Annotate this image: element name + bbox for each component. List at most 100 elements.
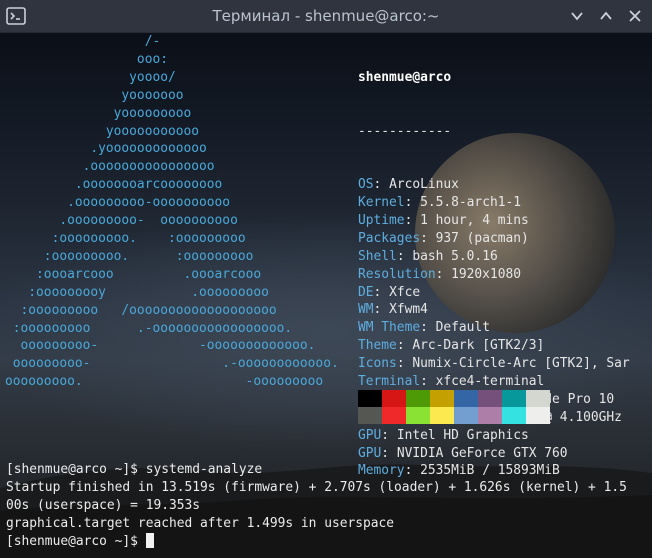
logo-line: ooooooooo. -ooooooooo [5,374,324,390]
arcolinux-ascii-logo: /- ooo: yoooo/ yooooooo yooooooooo yoooo… [5,33,339,391]
prompt: [shenmue@arco ~]$ [6,534,146,549]
info-row: OS: ArcoLinux [358,176,630,194]
palette-swatch-normal-4 [454,390,478,407]
info-key: Terminal [358,374,421,390]
palette-swatch-bright-4 [454,407,478,424]
logo-line: ooooooooo- .-oooooooooooo. [5,356,339,372]
output-line: graphical.target reached after 1.499s in… [6,516,395,531]
info-key: DE [358,284,374,300]
info-key: OS [358,177,374,193]
info-colon: : [420,374,436,390]
output-line: 00s (userspace) = 19.353s [6,498,201,513]
logo-line: .ooooooooo- oooooooooo [5,213,238,229]
palette-swatch-bright-0 [358,407,382,424]
user-host: shenmue@arco [358,69,452,85]
info-key: Theme [358,338,397,354]
info-colon: : [435,266,452,282]
window-title: Терминал - shenmue@arco:~ [212,7,440,25]
terminal-window: Терминал - shenmue@arco:~ /- ooo: yoooo/… [0,0,652,558]
color-palette [358,390,550,424]
info-value: xfce4-terminal [435,374,545,390]
terminal-menu-icon[interactable] [5,5,27,27]
info-colon: : [420,320,436,336]
info-key: WM [358,302,374,318]
system-info: shenmue@arco ------------ OS: ArcoLinux K… [358,33,630,516]
maximize-icon[interactable] [595,5,617,27]
palette-swatch-normal-5 [478,390,502,407]
info-value: Default [435,320,490,336]
palette-swatch-normal-2 [406,390,430,407]
info-rows: OS: ArcoLinux Kernel: 5.5.8-arch1-1 Uptime… [358,176,630,480]
title-bar[interactable]: Терминал - shenmue@arco:~ [0,0,652,33]
palette-swatch-normal-7 [526,390,550,407]
info-row: DE: Xfce [358,284,630,302]
info-value: 1920x1080 [451,266,521,282]
info-key: WM Theme [358,320,421,336]
info-value: 937 (pacman) [435,230,529,246]
terminal-output: [shenmue@arco ~]$ systemd-analyze Startu… [6,461,627,551]
info-colon: : [396,356,413,372]
minimize-icon[interactable] [566,5,588,27]
info-key: Shell [358,248,397,264]
palette-swatch-normal-3 [430,390,454,407]
palette-swatch-bright-3 [430,407,454,424]
info-key: Uptime [358,213,405,228]
palette-swatch-bright-2 [406,407,430,424]
info-row: Kernel: 5.5.8-arch1-1 [358,194,630,212]
logo-line: ooo: [5,51,168,67]
palette-swatch-normal-1 [382,390,406,407]
text-cursor [145,533,154,548]
logo-line: :ooooooooy .ooooooooo [5,284,269,300]
info-row: WM: Xfwm4 [358,301,630,319]
info-row: Icons: Numix-Circle-Arc [GTK2], Sar [358,355,630,373]
info-key: Icons [358,356,397,372]
palette-swatch-bright-5 [478,407,502,424]
logo-line: yoooo/ [5,69,176,85]
palette-swatch-normal-0 [358,390,382,407]
logo-line: ooooooooo- -ooooooooooooo. [5,338,316,354]
info-value: 5.5.8-arch1-1 [420,195,522,211]
logo-line: .oooooooooooooooo [5,159,215,175]
info-value: bash 5.0.16 [412,248,498,264]
palette-swatch-bright-7 [526,407,550,424]
info-key: Packages [358,230,421,246]
info-value: Xfce [389,284,421,300]
logo-line: :ooooooooo. :ooooooooo [5,230,246,246]
palette-swatch-bright-1 [382,407,406,424]
info-colon: : [373,284,390,300]
logo-line: yooooooooo [5,105,192,121]
terminal-area[interactable]: /- ooo: yoooo/ yooooooo yooooooooo yoooo… [0,33,652,558]
info-row: GPU: NVIDIA GeForce GTX 760 [358,445,630,463]
close-icon[interactable] [624,5,646,27]
logo-line: .oooooooarcoooooooo [5,177,223,193]
info-colon: : [396,248,413,264]
palette-bright-row [358,407,550,424]
info-colon: : [381,427,397,443]
info-value: Intel HD Graphics [396,427,529,443]
palette-swatch-normal-6 [502,390,526,407]
info-value: Xfwm4 [389,302,428,318]
info-key: Kernel [358,195,405,211]
info-value: 1 hour, 4 mins [420,213,529,228]
info-value: NVIDIA GeForce GTX 760 [396,445,568,461]
logo-line: .yooooooooooooo [5,141,207,157]
logo-line: :oooarcooo .oooarcooo [5,266,262,282]
info-row: Uptime: 1 hour, 4 mins [358,212,630,230]
info-row: WM Theme: Default [358,319,630,337]
info-colon: : [420,230,436,246]
info-colon: : [373,177,390,193]
output-line: Startup finished in 13.519s (firmware) +… [6,480,627,495]
info-value: ArcoLinux [389,177,459,193]
info-key: Resolution [358,266,436,282]
output-line: [shenmue@arco ~]$ systemd-analyze [6,462,263,477]
info-key: GPU [358,427,382,443]
info-colon: : [404,195,421,211]
info-row: Shell: bash 5.0.16 [358,248,630,266]
info-row: Theme: Arc-Dark [GTK2/3] [358,337,630,355]
info-value: Numix-Circle-Arc [GTK2], Sar [412,356,630,372]
logo-line: /- [5,34,161,49]
info-row: Resolution: 1920x1080 [358,266,630,284]
info-key: GPU [358,445,382,461]
info-colon: : [404,213,421,228]
info-value: Arc-Dark [GTK2/3] [412,338,545,354]
